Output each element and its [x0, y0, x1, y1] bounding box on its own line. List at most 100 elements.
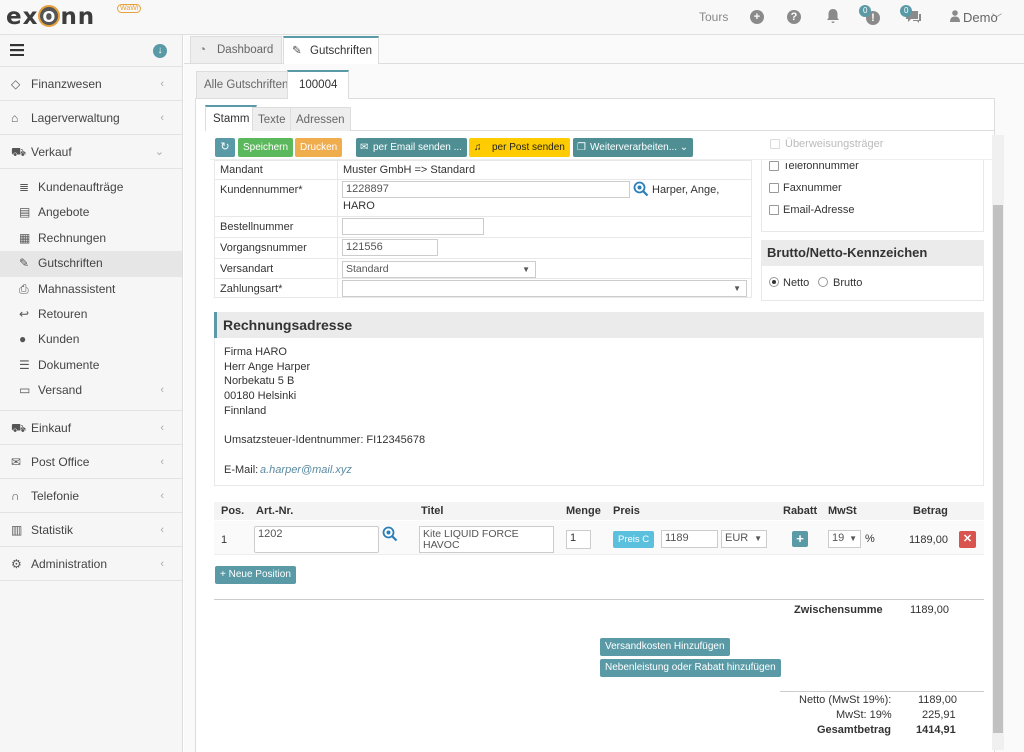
vorgangsnummer-input[interactable]: 121556: [342, 239, 438, 256]
faxnummer-checkbox[interactable]: [769, 183, 779, 193]
sidebar-sub-angebote[interactable]: ▤ Angebote: [0, 200, 182, 225]
tours-link[interactable]: Tours: [699, 10, 728, 24]
sidebar-item-finanzwesen[interactable]: ◇ Finanzwesen ‹: [0, 67, 182, 101]
user-icon: [950, 10, 960, 25]
logo-badge: WaWi: [117, 4, 142, 13]
tab-stamm[interactable]: Stamm: [205, 105, 258, 131]
price-group-button[interactable]: Preis C: [613, 531, 655, 548]
sidebar-item-administration[interactable]: ⚙ Administration ‹: [0, 547, 182, 581]
hamburger-icon[interactable]: [10, 44, 24, 59]
col-titel: Titel: [421, 505, 444, 517]
print-button[interactable]: Drucken: [295, 138, 343, 157]
email-adresse-checkbox[interactable]: [769, 205, 779, 215]
dashboard-icon: ◔: [199, 44, 206, 56]
mandant-value: Muster GmbH => Standard: [343, 164, 476, 176]
customer-company: HARO: [343, 200, 375, 212]
zahlungsart-select[interactable]: ▼: [342, 280, 747, 297]
sidebar-sub-rechnungen[interactable]: ▦ Rechnungen: [0, 226, 182, 251]
refresh-icon: ↻: [220, 141, 230, 153]
search-icon[interactable]: [633, 181, 649, 200]
email-send-button[interactable]: ✉ per Email senden ...: [356, 138, 467, 157]
sidebar-sub-gutschriften[interactable]: ✎ Gutschriften: [0, 251, 182, 277]
tag-icon: ◇: [11, 77, 21, 91]
help-icon[interactable]: ?: [787, 10, 801, 24]
plus-icon[interactable]: +: [750, 10, 764, 24]
add-shipping-button[interactable]: Versandkosten Hinzufügen: [600, 638, 730, 656]
menge-input[interactable]: 1: [566, 530, 591, 549]
sidebar-sub-versand[interactable]: ▭ Versand ‹: [0, 378, 182, 403]
headset-icon: ∩: [11, 488, 20, 503]
sidebar-item-lagerverwaltung[interactable]: ⌂ Lagerverwaltung ‹: [0, 101, 182, 135]
chevron-down-icon: ⌄: [154, 146, 164, 158]
currency-select[interactable]: EUR ▼: [721, 530, 767, 548]
sidebar-sub-kundenauftraege[interactable]: ≣ Kundenaufträge: [0, 175, 182, 200]
tab-document-100004[interactable]: 100004: [287, 70, 350, 99]
telefonnummer-checkbox[interactable]: [769, 161, 779, 171]
artnr-input[interactable]: 1202: [254, 526, 379, 553]
refresh-button[interactable]: ↻: [215, 138, 235, 157]
ueberweisungstraeger-label: Überweisungsträger: [785, 138, 884, 150]
sidebar-sub-dokumente[interactable]: ☰ Dokumente: [0, 353, 182, 378]
download-icon[interactable]: ↓: [153, 44, 167, 58]
envelope-icon: ✉: [11, 454, 22, 469]
tab-texte[interactable]: Texte: [252, 107, 292, 131]
add-extra-service-button[interactable]: Nebenleistung oder Rabatt hinzufügen: [600, 659, 781, 677]
tab-alle-gutschriften[interactable]: Alle Gutschriften: [196, 71, 297, 98]
sidebar-item-einkauf[interactable]: ⛟ Einkauf ‹: [0, 411, 182, 445]
close-icon: ✕: [962, 533, 973, 545]
sidebar-item-telefonie[interactable]: ∩ Telefonie ‹: [0, 479, 182, 513]
top-bar: ex Onn WaWi Tours + ? ! 0 0 Demo ﹀: [0, 0, 1024, 35]
kundennummer-input[interactable]: 1228897: [342, 181, 630, 198]
delete-row-button[interactable]: ✕: [959, 531, 976, 548]
save-button[interactable]: Speichern: [238, 138, 294, 157]
vorgangsnummer-label: Vorgangsnummer: [220, 242, 307, 254]
ueberweisungstraeger-checkbox[interactable]: [770, 139, 780, 149]
post-send-button[interactable]: ♫ per Post senden: [469, 138, 570, 157]
zahlungsart-label: Zahlungsart*: [220, 283, 283, 295]
return-icon: ↩: [19, 306, 30, 321]
zwischensumme-value: 1189,00: [910, 604, 949, 616]
sidebar-sub-mahnassistent[interactable]: ⎙ Mahnassistent: [0, 277, 182, 302]
netto-radio[interactable]: [769, 277, 779, 287]
brutto-radio[interactable]: [818, 277, 828, 287]
mwst-value: 225,91: [922, 709, 956, 721]
email-link[interactable]: a.harper@mail.xyz: [260, 464, 352, 476]
chevron-left-icon: ‹: [160, 523, 164, 536]
gesamt-label: Gesamtbetrag: [817, 724, 891, 736]
caret-down-icon: ▼: [733, 284, 741, 293]
orders-icon: ≣: [19, 180, 30, 194]
tab-dashboard[interactable]: ◔ Dashboard: [190, 36, 282, 63]
app-logo[interactable]: ex Onn: [6, 4, 95, 30]
chevron-left-icon: ‹: [160, 421, 164, 434]
chevron-down-icon[interactable]: ﹀: [992, 10, 1002, 25]
sidebar-item-post-office[interactable]: ✉ Post Office ‹: [0, 445, 182, 479]
printer-icon: ⎙: [19, 281, 29, 296]
brutto-netto-title: Brutto/Netto-Kennzeichen: [761, 240, 984, 266]
address-line: Norbekatu 5 B: [224, 375, 295, 387]
percent-sign: %: [865, 533, 875, 545]
add-discount-button[interactable]: +: [792, 531, 808, 547]
envelope-icon: ✉: [360, 142, 369, 153]
process-dropdown[interactable]: ❐ Weiterverarbeiten... ⌄: [573, 138, 694, 157]
netto-label: Netto (MwSt 19%):: [799, 694, 892, 706]
tab-adressen[interactable]: Adressen: [290, 107, 351, 131]
mwst-select[interactable]: 19 ▼: [828, 530, 861, 548]
sidebar-item-verkauf[interactable]: ⛟ Verkauf ⌄: [0, 135, 182, 169]
sidebar-sub-retouren[interactable]: ↩ Retouren: [0, 302, 182, 327]
new-position-button[interactable]: + Neue Position: [215, 566, 296, 584]
col-mwst: MwSt: [828, 505, 857, 517]
titel-textarea[interactable]: Kite LIQUID FORCE HAVOC: [419, 526, 554, 553]
post-horn-icon: ♫: [474, 142, 482, 153]
sidebar-sub-kunden[interactable]: ● Kunden: [0, 327, 182, 352]
address-line: Herr Ange Harper: [224, 361, 311, 373]
bestellnummer-input[interactable]: [342, 218, 484, 235]
invoice-icon: ▦: [19, 230, 31, 245]
price-input[interactable]: 1189: [661, 530, 718, 548]
tab-gutschriften[interactable]: ✎ Gutschriften: [283, 36, 379, 64]
versandart-select[interactable]: Standard ▼: [342, 261, 536, 278]
search-icon[interactable]: [382, 526, 398, 545]
credit-note-icon: ✎: [19, 256, 30, 271]
scrollbar-thumb[interactable]: [993, 205, 1003, 733]
bell-icon[interactable]: [826, 8, 840, 27]
sidebar-item-statistik[interactable]: ▥ Statistik ‹: [0, 513, 182, 547]
